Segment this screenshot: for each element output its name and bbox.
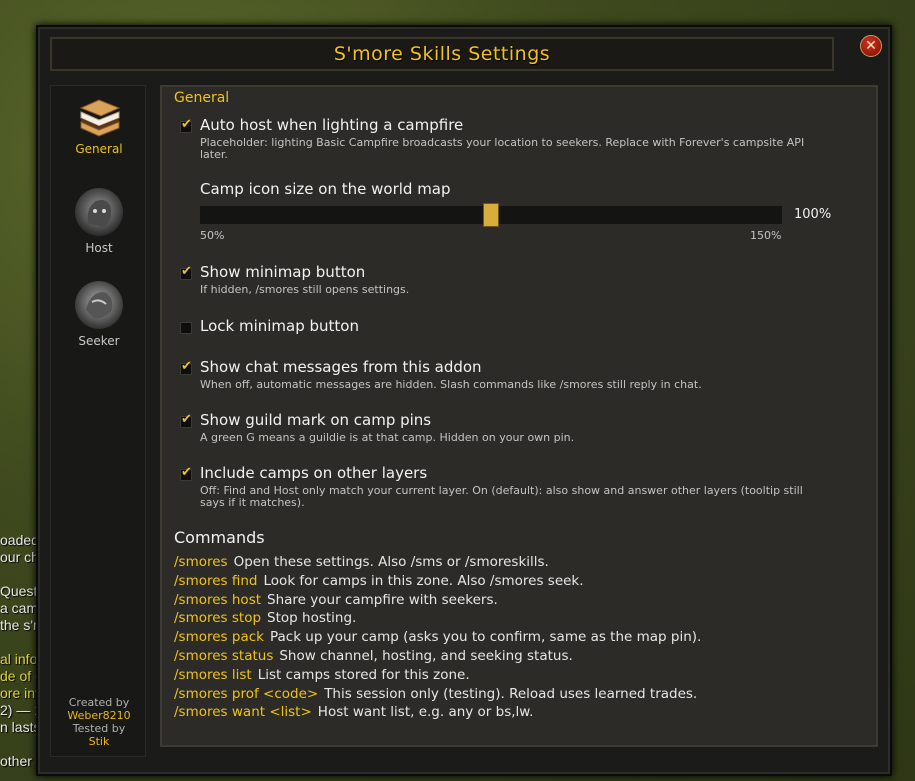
seeker-portrait-icon	[74, 280, 124, 330]
sidebar-item-label: Seeker	[78, 334, 120, 348]
icon-size-slider[interactable]	[200, 203, 782, 227]
command-name: /smores list	[174, 666, 252, 683]
command-description: List camps stored for this zone.	[257, 666, 470, 683]
slider-max-label: 150%	[750, 229, 782, 242]
command-description: Look for camps in this zone. Also /smore…	[263, 572, 584, 589]
sidebar-item-seeker[interactable]: Seeker	[51, 280, 147, 348]
sidebar-item-label: General	[75, 142, 123, 156]
command-row: /smores host Share your campfire with see…	[174, 591, 701, 610]
settings-panel: General Auto host when lighting a campfi…	[160, 85, 878, 747]
slider-label: Camp icon size on the world map	[200, 180, 451, 198]
command-description: Stop hosting.	[267, 610, 357, 627]
close-button[interactable]: ✕	[860, 35, 882, 57]
tested-by-label: Tested by	[72, 722, 126, 735]
command-row: /smores stop Stop hosting.	[174, 609, 701, 628]
command-description: Share your campfire with seekers.	[267, 591, 498, 608]
command-name: /smores status	[174, 647, 274, 664]
command-name: /smores pack	[174, 629, 264, 646]
sidebar-item-general[interactable]: General	[51, 94, 147, 156]
checkbox-auto-host[interactable]	[180, 117, 192, 133]
option-label: Include camps on other layers	[200, 464, 428, 482]
option-label: Lock minimap button	[200, 317, 359, 335]
command-description: Pack up your camp (asks you to confirm, …	[269, 629, 702, 646]
checkbox-show-chat[interactable]	[180, 359, 192, 375]
credits: Created by Weber8210 Tested by Stik	[51, 696, 147, 748]
title-bar: S'more Skills Settings	[50, 37, 834, 71]
option-label: Show chat messages from this addon	[200, 358, 482, 376]
command-description: Show channel, hosting, and seeking statu…	[279, 647, 573, 664]
option-label: Show minimap button	[200, 263, 366, 281]
window-title: S'more Skills Settings	[333, 43, 551, 65]
smore-icon	[75, 94, 123, 138]
command-description: Open these settings. Also /sms or /smore…	[233, 554, 549, 570]
host-portrait-icon	[74, 187, 124, 237]
commands-list: /smores Open these settings. Also /sms or…	[174, 553, 701, 722]
command-row: /smores want <list> Host want list, e.g. …	[174, 703, 701, 722]
checkbox-other-layers[interactable]	[180, 465, 192, 481]
command-description: Host want list, e.g. any or bs,lw.	[317, 704, 534, 721]
command-description: This session only (testing). Reload uses…	[324, 685, 698, 702]
author-name: Weber8210	[67, 709, 131, 722]
checkbox-show-minimap[interactable]	[180, 264, 192, 280]
commands-heading: Commands	[174, 528, 265, 547]
option-description: A green G means a guildie is at that cam…	[200, 431, 575, 444]
option-description: Off: Find and Host only match your curre…	[200, 484, 803, 509]
settings-window: S'more Skills Settings ✕ General Host Se…	[36, 25, 892, 776]
checkbox-guild-mark[interactable]	[180, 412, 192, 428]
command-row: /smores list List camps stored for this z…	[174, 666, 701, 685]
tester-name: Stik	[88, 735, 110, 748]
command-name: /smores find	[174, 572, 258, 589]
command-row: /smores Open these settings. Also /sms or…	[174, 553, 701, 572]
command-name: /smores	[174, 554, 228, 570]
command-row: /smores pack Pack up your camp (asks you …	[174, 628, 701, 647]
command-row: /smores status Show channel, hosting, and…	[174, 647, 701, 666]
created-by-label: Created by	[68, 696, 130, 709]
option-description: Placeholder: lighting Basic Campfire bro…	[200, 136, 805, 161]
sidebar-item-host[interactable]: Host	[51, 187, 147, 255]
option-label: Auto host when lighting a campfire	[200, 116, 464, 134]
command-name: /smores host	[174, 591, 262, 608]
slider-thumb[interactable]	[483, 203, 499, 227]
slider-min-label: 50%	[200, 229, 225, 242]
command-row: /smores find Look for camps in this zone.…	[174, 572, 701, 591]
section-heading-general: General	[174, 90, 230, 106]
command-name: /smores stop	[174, 610, 262, 627]
sidebar: General Host Seeker Created by Weber8210…	[50, 85, 146, 757]
close-icon: ✕	[865, 38, 877, 54]
option-description: If hidden, /smores still opens settings.	[200, 283, 410, 296]
option-description: When off, automatic messages are hidden.…	[200, 378, 702, 391]
option-label: Show guild mark on camp pins	[200, 411, 432, 429]
command-name: /smores want <list>	[174, 704, 312, 721]
sidebar-item-label: Host	[85, 241, 113, 255]
slider-value: 100%	[794, 207, 832, 222]
command-name: /smores prof <code>	[174, 685, 319, 702]
checkbox-lock-minimap[interactable]	[180, 322, 192, 334]
command-row: /smores prof <code> This session only (te…	[174, 685, 701, 704]
